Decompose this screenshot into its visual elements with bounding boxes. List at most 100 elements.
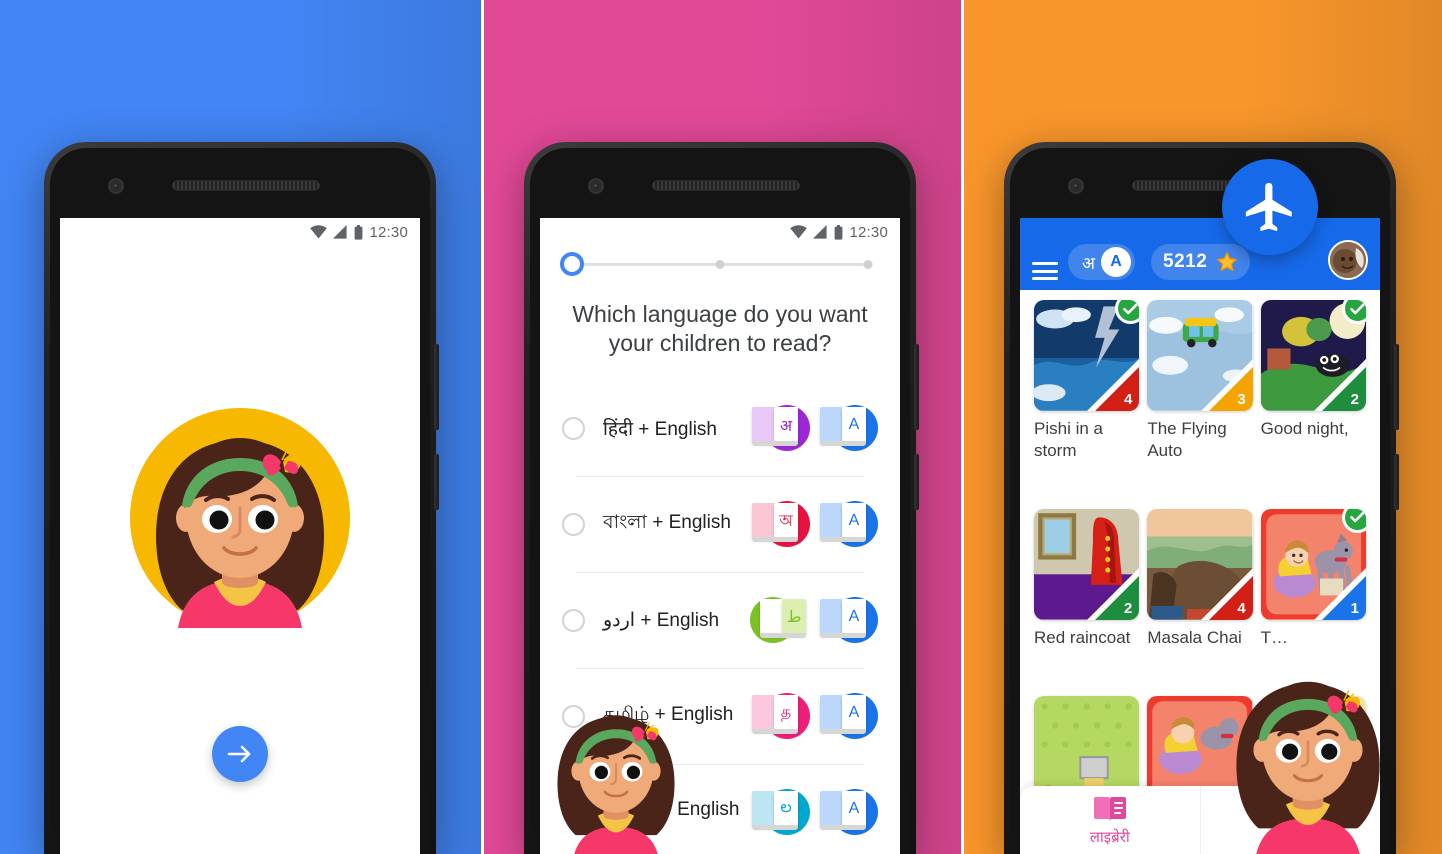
native-glyph: अ [774, 407, 798, 443]
volume-button-2[interactable] [914, 344, 919, 430]
book-icon-english-urdu: A [818, 593, 878, 647]
airplane-icon [1245, 182, 1292, 232]
points-badge[interactable]: 5212 [1151, 244, 1251, 280]
power-button-3[interactable] [1394, 454, 1399, 510]
book-cover-masala-chai: 4 [1147, 508, 1253, 620]
book-icon-native-tamil: த [750, 689, 810, 743]
book-card[interactable]: 4 Masala Chai [1147, 508, 1253, 696]
book-icon-english-telugu: A [818, 785, 878, 839]
earpiece-speaker-1 [172, 180, 320, 191]
power-button-1[interactable] [434, 454, 439, 510]
airplane-fab[interactable] [1222, 159, 1318, 255]
cellular-signal-icon [813, 225, 828, 239]
level-corner-flag [1208, 366, 1253, 411]
stepper-dot-1-active[interactable] [560, 252, 584, 276]
status-bar-clock-2: 12:30 [849, 223, 888, 241]
screenshot-stage: 12:30 12:30 Which language do you want y… [0, 0, 1442, 854]
avatar-illustration [118, 396, 362, 640]
language-toggle[interactable]: अ A [1068, 244, 1135, 280]
book-card[interactable]: 2 Good night, [1260, 300, 1366, 509]
book-icon [1093, 796, 1126, 821]
language-option-label: اردو + English [603, 609, 720, 631]
battery-icon [355, 224, 363, 240]
cellular-signal-icon [333, 225, 348, 239]
book-card[interactable]: 2 Red raincoat [1034, 508, 1140, 696]
book-title: The Flying Auto [1147, 418, 1227, 460]
language-option-label: తెలుగు + English [603, 799, 740, 820]
language-option-icons: अ A [750, 401, 878, 455]
book-level: 4 [1237, 599, 1246, 617]
language-option-icons: ط A [750, 593, 878, 647]
phone-device-2: 12:30 Which language do you want your ch… [524, 142, 919, 854]
book-level: 1 [1350, 599, 1359, 617]
book-level: 3 [1237, 390, 1246, 408]
native-glyph: অ [774, 503, 798, 539]
bottom-navigation: लाइब्रेरी [1020, 786, 1380, 854]
lang-toggle-english-label: A [1101, 247, 1131, 277]
book-card[interactable]: 4 Pishi in a storm [1034, 300, 1140, 509]
book-cover-raincoat: 2 [1034, 508, 1140, 620]
radio-tamil[interactable] [562, 704, 585, 728]
app-bar: अ A 5212 [1020, 218, 1380, 290]
language-option-urdu[interactable]: اردو + English ط A [540, 572, 900, 668]
level-corner-flag [1208, 575, 1253, 620]
radio-urdu[interactable] [562, 608, 585, 632]
radio-hindi[interactable] [562, 416, 585, 440]
language-options-list: हिंदी + English अ A বাংলা + English অ A … [540, 380, 900, 854]
radio-bangla[interactable] [562, 512, 585, 536]
book-icon-native-telugu: ల [750, 785, 810, 839]
level-corner-flag [1095, 366, 1140, 411]
check-icon [1350, 303, 1365, 314]
language-option-telugu[interactable]: తెలుగు + English ల A [540, 764, 900, 854]
language-option-label: தமிழ் + English [603, 704, 734, 725]
bottom-nav-item-achievements[interactable] [1199, 786, 1381, 854]
book-title: Pishi in a storm [1034, 418, 1103, 460]
earpiece-speaker-2 [652, 180, 800, 191]
volume-button-1[interactable] [434, 344, 439, 430]
hamburger-icon[interactable] [1032, 262, 1058, 280]
front-camera-icon-3 [1068, 178, 1084, 194]
stepper-dot-3[interactable] [863, 259, 873, 269]
status-bar-clock-1: 12:30 [369, 223, 408, 241]
stepper-dot-2[interactable] [715, 259, 725, 269]
language-option-label: हिंदी + English [603, 419, 717, 440]
front-camera-icon-1 [108, 178, 124, 194]
language-option-tamil[interactable]: தமிழ் + English த A [540, 668, 900, 764]
book-icon-english-hindi: A [818, 401, 878, 455]
book-cover-storm: 4 [1034, 300, 1140, 411]
panel-divider-2 [961, 0, 964, 854]
level-corner-flag [1322, 575, 1366, 620]
onboarding-stepper[interactable] [560, 252, 880, 276]
arrow-right-icon [227, 745, 251, 763]
avatar[interactable] [1328, 240, 1368, 280]
book-card[interactable]: 1 T… [1260, 508, 1366, 696]
book-level: 2 [1350, 390, 1359, 408]
language-option-hindi[interactable]: हिंदी + English अ A [540, 380, 900, 476]
book-card[interactable]: 3 The Flying Auto [1147, 300, 1253, 509]
book-level: 4 [1123, 390, 1133, 408]
status-bar-1: 12:30 [60, 218, 420, 246]
phone-device-3: अ A 5212 4 Pishi in a storm 3 The Flying… [1004, 142, 1399, 854]
language-option-icons: ల A [750, 785, 878, 839]
book-title: Red raincoat [1034, 627, 1131, 647]
volume-button-3[interactable] [1394, 344, 1399, 430]
english-glyph: A [842, 407, 866, 443]
wifi-icon [790, 225, 808, 239]
power-button-2[interactable] [914, 454, 919, 510]
radio-telugu[interactable] [562, 800, 585, 824]
language-option-bangla[interactable]: বাংলা + English অ A [540, 476, 900, 572]
lang-toggle-native-label: अ [1082, 253, 1095, 273]
book-cover-dog-girl: 1 [1260, 508, 1366, 620]
book-level: 2 [1123, 599, 1133, 617]
next-button[interactable] [212, 726, 268, 782]
book-title: Good night, [1260, 418, 1349, 438]
bottom-nav-item-library[interactable]: लाइब्रेरी [1020, 786, 1200, 854]
language-option-icons: অ A [750, 497, 878, 551]
level-corner-flag [1095, 575, 1140, 620]
points-value: 5212 [1163, 251, 1208, 272]
native-glyph: த [774, 695, 798, 731]
book-icon-native-hindi: अ [750, 401, 810, 455]
trophy-icon [1274, 804, 1306, 833]
panel-divider-1 [481, 0, 484, 854]
book-cover-flying-auto: 3 [1147, 300, 1253, 411]
